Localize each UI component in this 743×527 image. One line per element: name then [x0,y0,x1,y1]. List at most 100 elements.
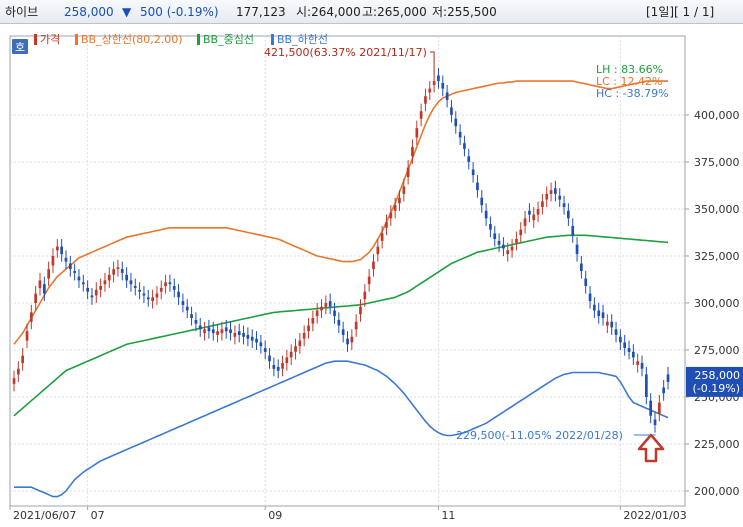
candle-body-18 [90,295,94,298]
candle-body-57 [259,342,263,347]
legend-lower-band: BB_하한선 [277,32,328,46]
candle-body-85 [380,233,384,241]
candle-body-56 [255,338,258,343]
x-axis: 2021/06/07 07 09 11 2022/01/03 [9,506,687,522]
stats-box: LH : 83.66% LC : 12.42% HC : -38.79% [596,63,669,100]
candle-body-151 [666,374,670,382]
candle-body-17 [86,287,89,292]
candle-body-9 [51,256,55,266]
candle-body-121 [536,209,540,215]
legend-upper-band: BB_상한선(80,2.00) [81,33,183,46]
candle-body-55 [250,336,254,341]
candle-body-7 [43,284,46,294]
candle-body-148 [653,419,657,426]
candle-body-91 [406,167,410,177]
candle-body-115 [510,246,514,251]
candle-body-1 [17,368,20,375]
legend-price: 가격 [40,33,60,46]
stock-name[interactable]: 하이브 [5,0,38,24]
down-arrow-icon: ▼ [122,5,132,19]
candle-body-52 [237,331,241,335]
candle-body-94 [419,111,423,119]
price-change: 500 (-0.19%) [140,5,219,19]
volume: 177,123 [236,5,286,19]
candle-body-42 [194,319,198,324]
candle-body-6 [38,280,42,288]
y-tick-label-3: 275,000 [694,344,740,357]
legend-swatch-lower [271,34,274,45]
candle-body-100 [445,92,449,100]
candle-body-50 [229,329,232,334]
candle-body-82 [367,276,371,285]
x-tick-label-3: 11 [441,509,455,522]
candle-body-96 [428,88,432,93]
price-tag-change: (-0.19%) [693,382,741,395]
candle-body-19 [94,289,98,296]
candle-body-81 [363,291,367,300]
candle-body-54 [246,334,250,339]
candle-body-135 [597,310,601,317]
candle-body-87 [389,212,393,219]
y-tick-label-7: 375,000 [694,156,740,169]
candle-body-38 [177,291,180,298]
candle-body-74 [333,310,336,317]
candle-body-141 [623,342,626,348]
candle-body-3 [25,331,29,341]
candle-body-117 [519,229,523,236]
candle-body-89 [398,197,401,204]
candle-body-59 [268,355,271,362]
candle-body-104 [463,143,466,149]
y-tick-label-6: 350,000 [694,203,740,216]
low-annotation-label: 229,500(-11.05% 2022/01/28) [456,429,623,442]
candle-body-140 [619,336,622,343]
candle-body-138 [610,321,614,328]
candle-body-51 [233,333,237,337]
candle-body-21 [103,280,107,285]
candle-body-69 [311,318,315,324]
y-tick-label-8: 400,000 [694,109,740,122]
candle-body-143 [632,351,635,358]
candle-body-90 [402,186,406,194]
candle-body-44 [203,329,206,334]
candle-body-92 [411,146,414,157]
candle-body-48 [220,329,224,334]
legend-swatch-upper [75,34,78,45]
candle-body-23 [112,269,115,275]
candle-body-144 [636,361,639,365]
candle-body-40 [185,306,189,311]
candle-body-65 [294,346,297,352]
candlestick-chart[interactable]: 200,000225,000250,000275,000300,000325,0… [0,24,743,523]
candle-body-49 [224,327,228,332]
candle-body-98 [437,75,440,82]
candle-body-131 [580,263,583,271]
candle-body-30 [142,293,146,296]
candle-body-28 [133,286,137,288]
y-tick-label-1: 225,000 [694,438,740,451]
x-tick-label-2: 09 [268,509,282,522]
candle-body-110 [489,224,492,230]
candle-body-133 [588,293,592,302]
candle-body-79 [354,321,358,330]
candle-body-68 [307,325,310,332]
candle-body-32 [151,297,154,302]
candle-body-129 [571,225,575,236]
candle-body-62 [281,363,284,369]
candle-body-107 [476,182,479,191]
price-tag-value: 258,000 [695,369,741,382]
candle-body-106 [471,169,475,176]
candle-body-29 [138,289,141,292]
candle-body-142 [627,348,631,352]
candle-body-108 [480,197,484,206]
candle-body-132 [584,278,588,286]
y-tick-label-4: 300,000 [694,297,740,310]
candle-body-103 [458,131,462,138]
candle-body-102 [454,118,458,127]
candle-body-124 [549,190,553,194]
candle-body-111 [493,233,497,239]
candle-body-13 [69,263,72,270]
page-indicator[interactable]: [1일][ 1 / 1] [646,0,714,24]
candle-body-149 [658,402,661,414]
candle-body-146 [645,374,648,397]
candle-body-31 [146,297,150,300]
candle-body-12 [64,257,68,262]
